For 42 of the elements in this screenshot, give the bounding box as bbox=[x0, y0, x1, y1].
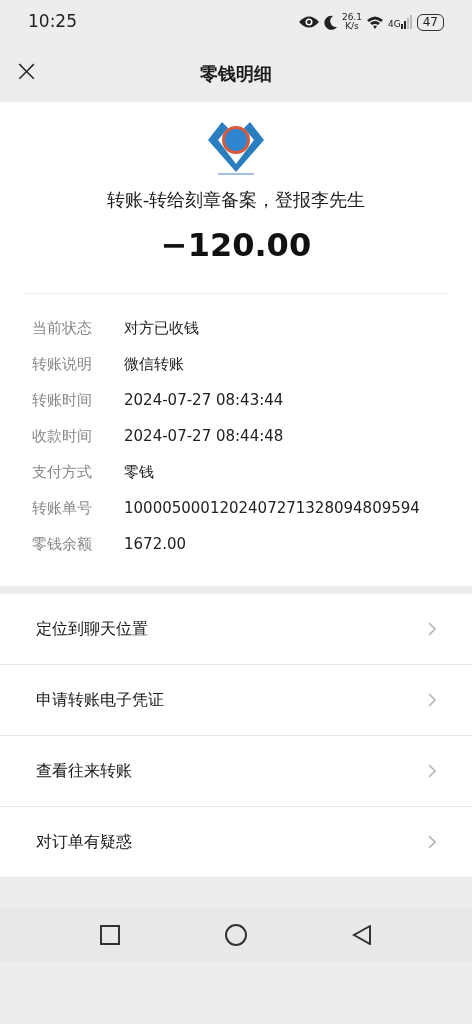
action-label: 查看往来转账 bbox=[36, 760, 132, 782]
detail-value: 零钱 bbox=[124, 461, 154, 483]
detail-label: 收款时间 bbox=[32, 425, 93, 447]
eye-icon bbox=[297, 15, 320, 29]
battery-indicator: 47 bbox=[416, 13, 444, 31]
wifi-icon bbox=[366, 15, 384, 29]
detail-label: 转账说明 bbox=[32, 353, 93, 375]
action-label: 对订单有疑惑 bbox=[36, 831, 132, 853]
home-icon[interactable] bbox=[225, 924, 247, 946]
detail-label: 支付方式 bbox=[32, 461, 93, 483]
detail-value: 对方已收钱 bbox=[124, 317, 199, 339]
signal-icon bbox=[400, 15, 413, 29]
action-row[interactable]: 对订单有疑惑 bbox=[0, 807, 472, 878]
detail-value: 2024-07-27 08:43:44 bbox=[124, 389, 284, 411]
clock: 10:25 bbox=[28, 10, 77, 34]
action-row[interactable]: 定位到聊天位置 bbox=[0, 594, 472, 665]
chevron-icon bbox=[428, 622, 436, 636]
detail-value: 1000050001202407271328094809594 bbox=[124, 497, 420, 519]
recent-apps-icon[interactable] bbox=[100, 925, 121, 945]
speed-unit: K/s bbox=[344, 22, 360, 31]
transfer-amount: −120.00 bbox=[159, 225, 313, 266]
network-speed: 26.1 bbox=[341, 13, 362, 22]
action-row[interactable]: 查看往来转账 bbox=[0, 736, 472, 807]
detail-label: 转账时间 bbox=[32, 389, 93, 411]
chevron-icon bbox=[428, 764, 436, 778]
detail-label: 当前状态 bbox=[32, 317, 93, 339]
network-type: 4G bbox=[388, 20, 401, 29]
page-title: 零钱明细 bbox=[200, 61, 272, 86]
action-label: 申请转账电子凭证 bbox=[36, 689, 164, 711]
detail-label: 零钱余额 bbox=[32, 533, 93, 555]
transfer-title: 转账-转给刻章备案，登报李先生 bbox=[105, 188, 367, 212]
close-button[interactable]: × bbox=[12, 56, 42, 86]
action-label: 定位到聊天位置 bbox=[36, 618, 148, 640]
back-icon[interactable] bbox=[351, 925, 372, 945]
detail-label: 转账单号 bbox=[32, 497, 93, 519]
moon-icon bbox=[323, 14, 338, 30]
action-row[interactable]: 申请转账电子凭证 bbox=[0, 665, 472, 736]
detail-value: 2024-07-27 08:44:48 bbox=[124, 425, 284, 447]
detail-value: 1672.00 bbox=[124, 533, 187, 555]
chevron-icon bbox=[428, 693, 436, 707]
detail-value: 微信转账 bbox=[124, 353, 184, 375]
chevron-icon bbox=[428, 835, 436, 849]
